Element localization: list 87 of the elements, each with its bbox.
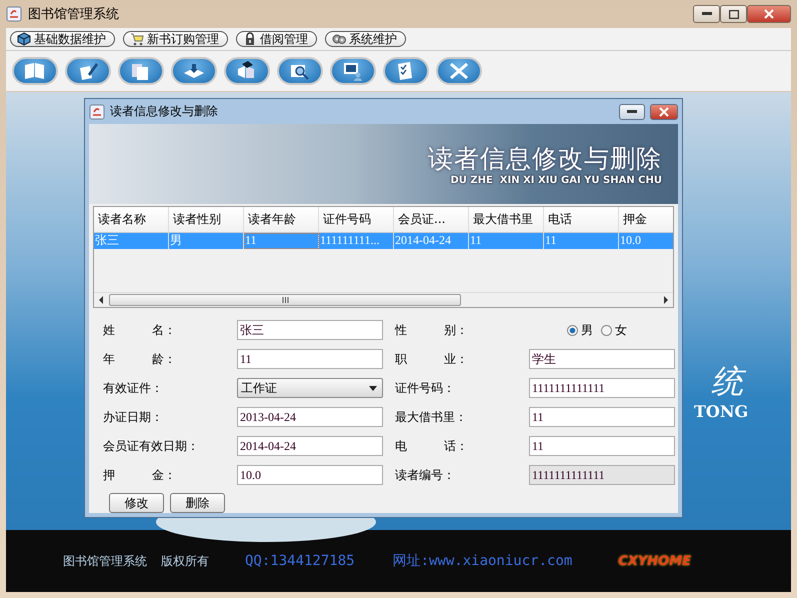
caret-icon (369, 386, 377, 390)
cart-icon (130, 32, 144, 46)
radio-option[interactable]: 男 (567, 322, 593, 338)
horizontal-scrollbar[interactable] (94, 292, 673, 307)
banner-title: 读者信息修改与删除 (428, 143, 662, 175)
left-arrow-icon[interactable] (97, 296, 105, 304)
monitor-icon (341, 60, 365, 82)
toolbar-button[interactable] (277, 57, 323, 85)
footer-app-name: 图书馆管理系统 (63, 552, 147, 570)
close-button[interactable] (747, 5, 791, 23)
cube-icon (17, 32, 31, 46)
radio-icon (567, 324, 578, 336)
column-header[interactable]: 最大借书里 (469, 207, 544, 233)
table-cell: 111111111... (319, 233, 394, 249)
field-label: 最大借书里： (395, 408, 468, 426)
text-field[interactable]: 1111111111111 (529, 378, 675, 398)
minimize-button[interactable] (693, 5, 720, 23)
text-field[interactable]: 11 (529, 436, 675, 456)
field-label: 电 话： (395, 438, 469, 454)
footer-website: 网址:www.xiaoniucr.com (392, 552, 572, 570)
text-field[interactable]: 11 (529, 407, 675, 427)
radio-option[interactable]: 女 (601, 322, 627, 338)
toolbar-button[interactable] (330, 57, 376, 85)
minimize-button[interactable] (619, 104, 645, 120)
menu-item[interactable]: 借阅管理 (236, 31, 317, 47)
tools-icon (447, 60, 471, 82)
column-header[interactable]: 会员证... (394, 207, 469, 233)
minimize-icon (702, 12, 712, 16)
column-header[interactable]: 押金 (619, 207, 673, 233)
menu-item[interactable]: 新书订购管理 (123, 31, 228, 47)
close-icon (659, 106, 669, 116)
gears-icon (332, 32, 346, 46)
right-arrow-icon[interactable] (662, 296, 670, 304)
app-icon (6, 6, 22, 22)
table-cell: 11 (469, 233, 544, 249)
text-field[interactable]: 学生 (529, 349, 675, 369)
dropdown[interactable]: 工作证 (237, 378, 383, 398)
table-cell: 11 (544, 233, 619, 249)
field-label: 办证日期： (103, 408, 164, 426)
table-cell: 2014-04-24 (394, 233, 469, 249)
minimize-icon (627, 110, 637, 114)
table-cell: 11 (244, 233, 319, 249)
menu-item[interactable]: 基础数据维护 (10, 31, 115, 47)
close-button[interactable] (650, 104, 678, 120)
lock-icon (243, 32, 257, 46)
maximize-icon (728, 10, 738, 18)
field-label: 有效证件： (103, 380, 164, 396)
field-label: 职 业： (395, 350, 469, 368)
table-cell: 男 (169, 233, 244, 249)
banner-subtitle: DU ZHE XIN XI XIU GAI YU SHAN CHU (450, 175, 662, 186)
footer-copyright: 版权所有 (161, 552, 209, 570)
toolbar-button[interactable] (224, 57, 270, 85)
footer-qq: QQ:1344127185 (245, 553, 355, 569)
close-icon (764, 9, 774, 19)
table-cell: 10.0 (619, 233, 673, 249)
text-field[interactable]: 2013-04-24 (237, 407, 383, 427)
action-button[interactable]: 修改 (109, 493, 164, 513)
text-field[interactable]: 11 (237, 349, 383, 369)
field-label: 性 别： (395, 322, 469, 338)
table-cell: 张三 (94, 233, 169, 249)
column-header[interactable]: 证件号码 (319, 207, 394, 233)
field-label: 读者编号： (395, 466, 456, 484)
window-title: 图书馆管理系统 (28, 6, 120, 23)
toolbar-button[interactable] (65, 57, 111, 85)
scrollbar-thumb[interactable] (109, 294, 461, 306)
book-icon (23, 60, 47, 82)
maximize-button[interactable] (720, 5, 747, 23)
field-label: 姓 名： (103, 322, 177, 338)
column-header[interactable]: 读者性别 (169, 207, 244, 233)
footer-logo: CXYHOME (618, 554, 692, 568)
text-field[interactable]: 张三 (237, 320, 383, 340)
action-button[interactable]: 删除 (170, 493, 225, 513)
text-field[interactable]: 2014-04-24 (237, 436, 383, 456)
column-header[interactable]: 读者年龄 (244, 207, 319, 233)
column-header[interactable]: 电话 (544, 207, 619, 233)
field-label: 押 金： (103, 466, 177, 484)
text-field[interactable]: 10.0 (237, 465, 383, 485)
field-label: 会员证有效日期： (103, 438, 200, 454)
toolbar-button[interactable] (171, 57, 217, 85)
field-label: 证件号码： (395, 380, 456, 396)
radio-icon (601, 324, 612, 336)
dialog-title: 读者信息修改与删除 (110, 103, 219, 120)
column-header[interactable]: 读者名称 (94, 207, 169, 233)
field-label: 年 龄： (103, 350, 177, 368)
app-icon (89, 104, 105, 120)
menu-item[interactable]: 系统维护 (325, 31, 406, 47)
backdrop-subtitle: TONG (694, 402, 748, 421)
